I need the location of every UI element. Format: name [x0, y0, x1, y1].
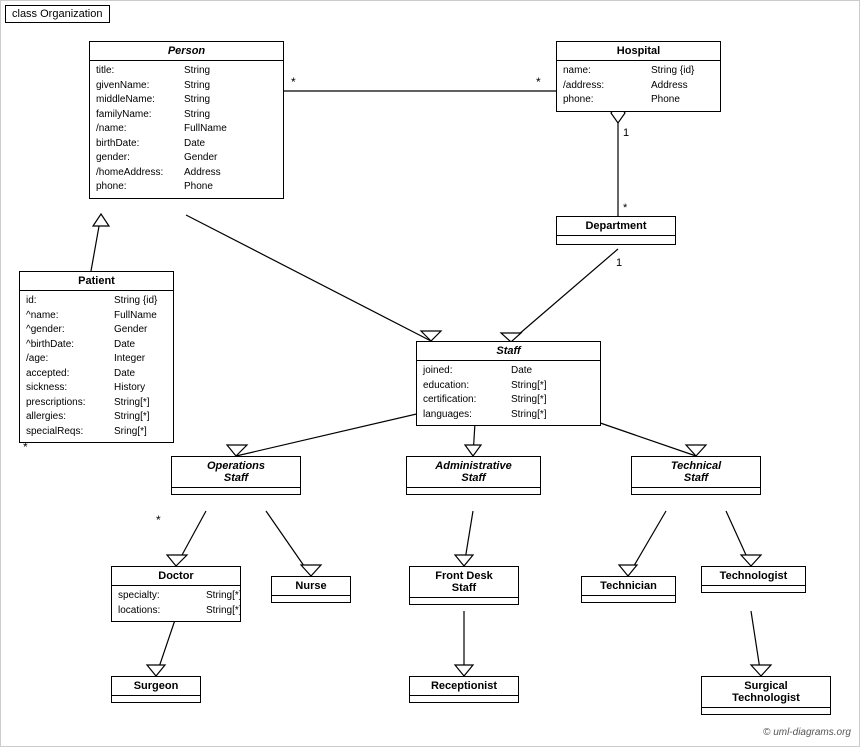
svg-text:1: 1 — [623, 127, 629, 139]
surgeon-body — [112, 696, 200, 702]
technical-staff-class: TechnicalStaff — [631, 456, 761, 495]
diagram-title: class Organization — [5, 5, 110, 23]
hospital-class: Hospital name:String {id} /address:Addre… — [556, 41, 721, 112]
diagram-container: class Organization * * 1 * 1 * — [0, 0, 860, 747]
staff-class: Staff joined:Date education:String[*] ce… — [416, 341, 601, 426]
department-class: Department — [556, 216, 676, 245]
administrative-staff-title: AdministrativeStaff — [407, 457, 540, 488]
operations-staff-body — [172, 488, 300, 494]
nurse-class: Nurse — [271, 576, 351, 603]
surgical-technologist-title: SurgicalTechnologist — [702, 677, 830, 708]
person-title: Person — [90, 42, 283, 61]
nurse-title: Nurse — [272, 577, 350, 596]
doctor-title: Doctor — [112, 567, 240, 586]
surgeon-class: Surgeon — [111, 676, 201, 703]
hospital-body: name:String {id} /address:Address phone:… — [557, 61, 720, 111]
person-body: title:String givenName:String middleName… — [90, 61, 283, 198]
surgical-technologist-class: SurgicalTechnologist — [701, 676, 831, 715]
svg-text:1: 1 — [616, 257, 622, 269]
technician-title: Technician — [582, 577, 675, 596]
svg-text:*: * — [623, 202, 628, 214]
technical-staff-body — [632, 488, 760, 494]
technologist-title: Technologist — [702, 567, 805, 586]
nurse-body — [272, 596, 350, 602]
department-body — [557, 236, 675, 244]
surgical-technologist-body — [702, 708, 830, 714]
patient-title: Patient — [20, 272, 173, 291]
administrative-staff-class: AdministrativeStaff — [406, 456, 541, 495]
front-desk-body — [410, 598, 518, 604]
doctor-class: Doctor specialty:String[*] locations:Str… — [111, 566, 241, 622]
technical-staff-title: TechnicalStaff — [632, 457, 760, 488]
technologist-class: Technologist — [701, 566, 806, 593]
department-title: Department — [557, 217, 675, 236]
staff-body: joined:Date education:String[*] certific… — [417, 361, 600, 425]
patient-class: Patient id:String {id} ^name:FullName ^g… — [19, 271, 174, 443]
technician-body — [582, 596, 675, 602]
doctor-body: specialty:String[*] locations:String[*] — [112, 586, 240, 621]
front-desk-staff-class: Front DeskStaff — [409, 566, 519, 605]
operations-staff-class: OperationsStaff — [171, 456, 301, 495]
copyright: © uml-diagrams.org — [763, 727, 851, 738]
administrative-staff-body — [407, 488, 540, 494]
hospital-title: Hospital — [557, 42, 720, 61]
receptionist-title: Receptionist — [410, 677, 518, 696]
person-class: Person title:String givenName:String mid… — [89, 41, 284, 199]
operations-staff-title: OperationsStaff — [172, 457, 300, 488]
technician-class: Technician — [581, 576, 676, 603]
svg-text:*: * — [536, 75, 541, 89]
svg-text:*: * — [291, 75, 296, 89]
svg-text:*: * — [156, 513, 161, 527]
front-desk-title: Front DeskStaff — [410, 567, 518, 598]
surgeon-title: Surgeon — [112, 677, 200, 696]
receptionist-body — [410, 696, 518, 702]
technologist-body — [702, 586, 805, 592]
staff-title: Staff — [417, 342, 600, 361]
patient-body: id:String {id} ^name:FullName ^gender:Ge… — [20, 291, 173, 442]
receptionist-class: Receptionist — [409, 676, 519, 703]
